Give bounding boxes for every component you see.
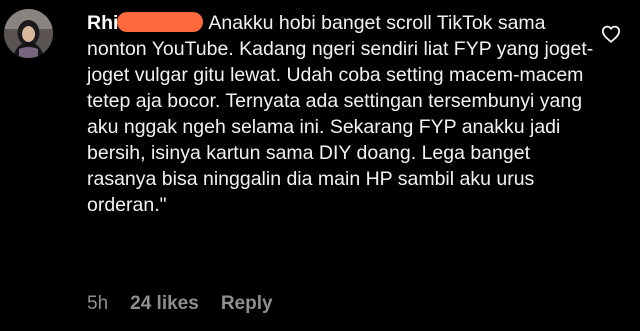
reply-button[interactable]: Reply	[221, 291, 273, 317]
username-redaction	[117, 12, 204, 32]
avatar[interactable]	[4, 9, 53, 58]
comment-text: Anakku hobi banget scroll TikTok sama no…	[87, 12, 594, 216]
comment-item: Rhi Anakku hobi banget scroll TikTok sama…	[0, 0, 640, 331]
comment-body: Rhi Anakku hobi banget scroll TikTok sama…	[87, 10, 597, 218]
avatar-image	[4, 9, 53, 58]
comment-likes-count[interactable]: 24 likes	[130, 291, 199, 317]
comment-meta: 5h 24 likes Reply	[87, 291, 273, 317]
heart-icon[interactable]	[601, 25, 621, 43]
comment-username[interactable]: Rhi	[87, 12, 118, 34]
comment-timestamp: 5h	[87, 293, 109, 314]
